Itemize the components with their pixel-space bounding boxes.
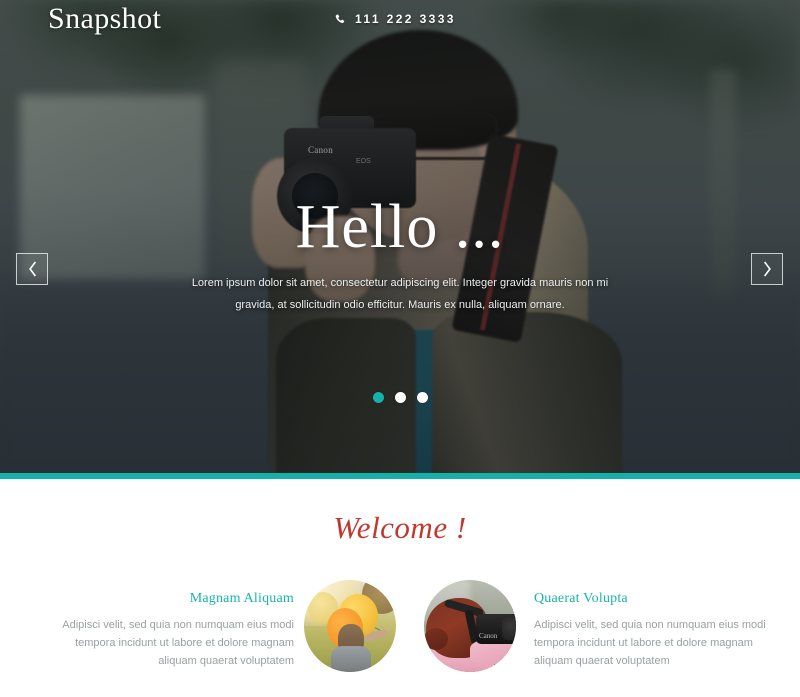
column-body-magnam-aliquam: Adipisci velit, sed quia non numquam eiu…: [62, 619, 294, 667]
welcome-section: Welcome ! Magnam Aliquam Adipisci velit,…: [0, 479, 800, 697]
carousel-dot-1[interactable]: [372, 392, 384, 403]
welcome-columns: Magnam Aliquam Adipisci velit, sed quia …: [0, 580, 800, 672]
welcome-heading: Welcome !: [333, 510, 467, 545]
balloons-woman-dress: [331, 646, 371, 672]
column-title-magnam-aliquam: Magnam Aliquam: [189, 591, 294, 606]
site-header: Snapshot 111 222 3333: [0, 0, 800, 46]
hero-slider: Canon EOS Snapshot 111 222 3333: [0, 0, 800, 473]
camera-woman-bun: [424, 628, 448, 650]
carousel-prev-button[interactable]: [16, 253, 48, 285]
welcome-image-photographer[interactable]: Canon: [424, 580, 516, 672]
phone-number: 111 222 3333: [355, 12, 456, 26]
carousel-dots: [0, 392, 800, 403]
hero-caption: Hello ... Lorem ipsum dolor sit amet, co…: [0, 196, 800, 316]
hero-paragraph: Lorem ipsum dolor sit amet, consectetur …: [191, 277, 609, 311]
column-body-quaerat-volupta: Adipisci velit, sed quia non numquam eiu…: [534, 619, 766, 667]
hero-title: Hello ...: [295, 193, 505, 261]
welcome-image-balloons[interactable]: [304, 580, 396, 672]
header-phone[interactable]: 111 222 3333: [334, 12, 456, 26]
carousel-dot-3[interactable]: [416, 392, 428, 403]
carousel-dot-2[interactable]: [394, 392, 406, 403]
site-logo[interactable]: Snapshot: [48, 2, 161, 36]
column-title-quaerat-volupta: Quaerat Volupta: [534, 591, 628, 606]
teal-divider: [0, 473, 800, 479]
carousel-next-button[interactable]: [751, 253, 783, 285]
welcome-column-left: Magnam Aliquam Adipisci velit, sed quia …: [62, 580, 294, 670]
welcome-column-right: Quaerat Volupta Adipisci velit, sed quia…: [534, 580, 766, 670]
phone-icon: [334, 13, 346, 26]
camera-woman-camera-brand: Canon: [479, 632, 498, 640]
camera-woman-camera-lens: [502, 616, 516, 640]
page-root: Canon EOS Snapshot 111 222 3333: [0, 0, 800, 697]
